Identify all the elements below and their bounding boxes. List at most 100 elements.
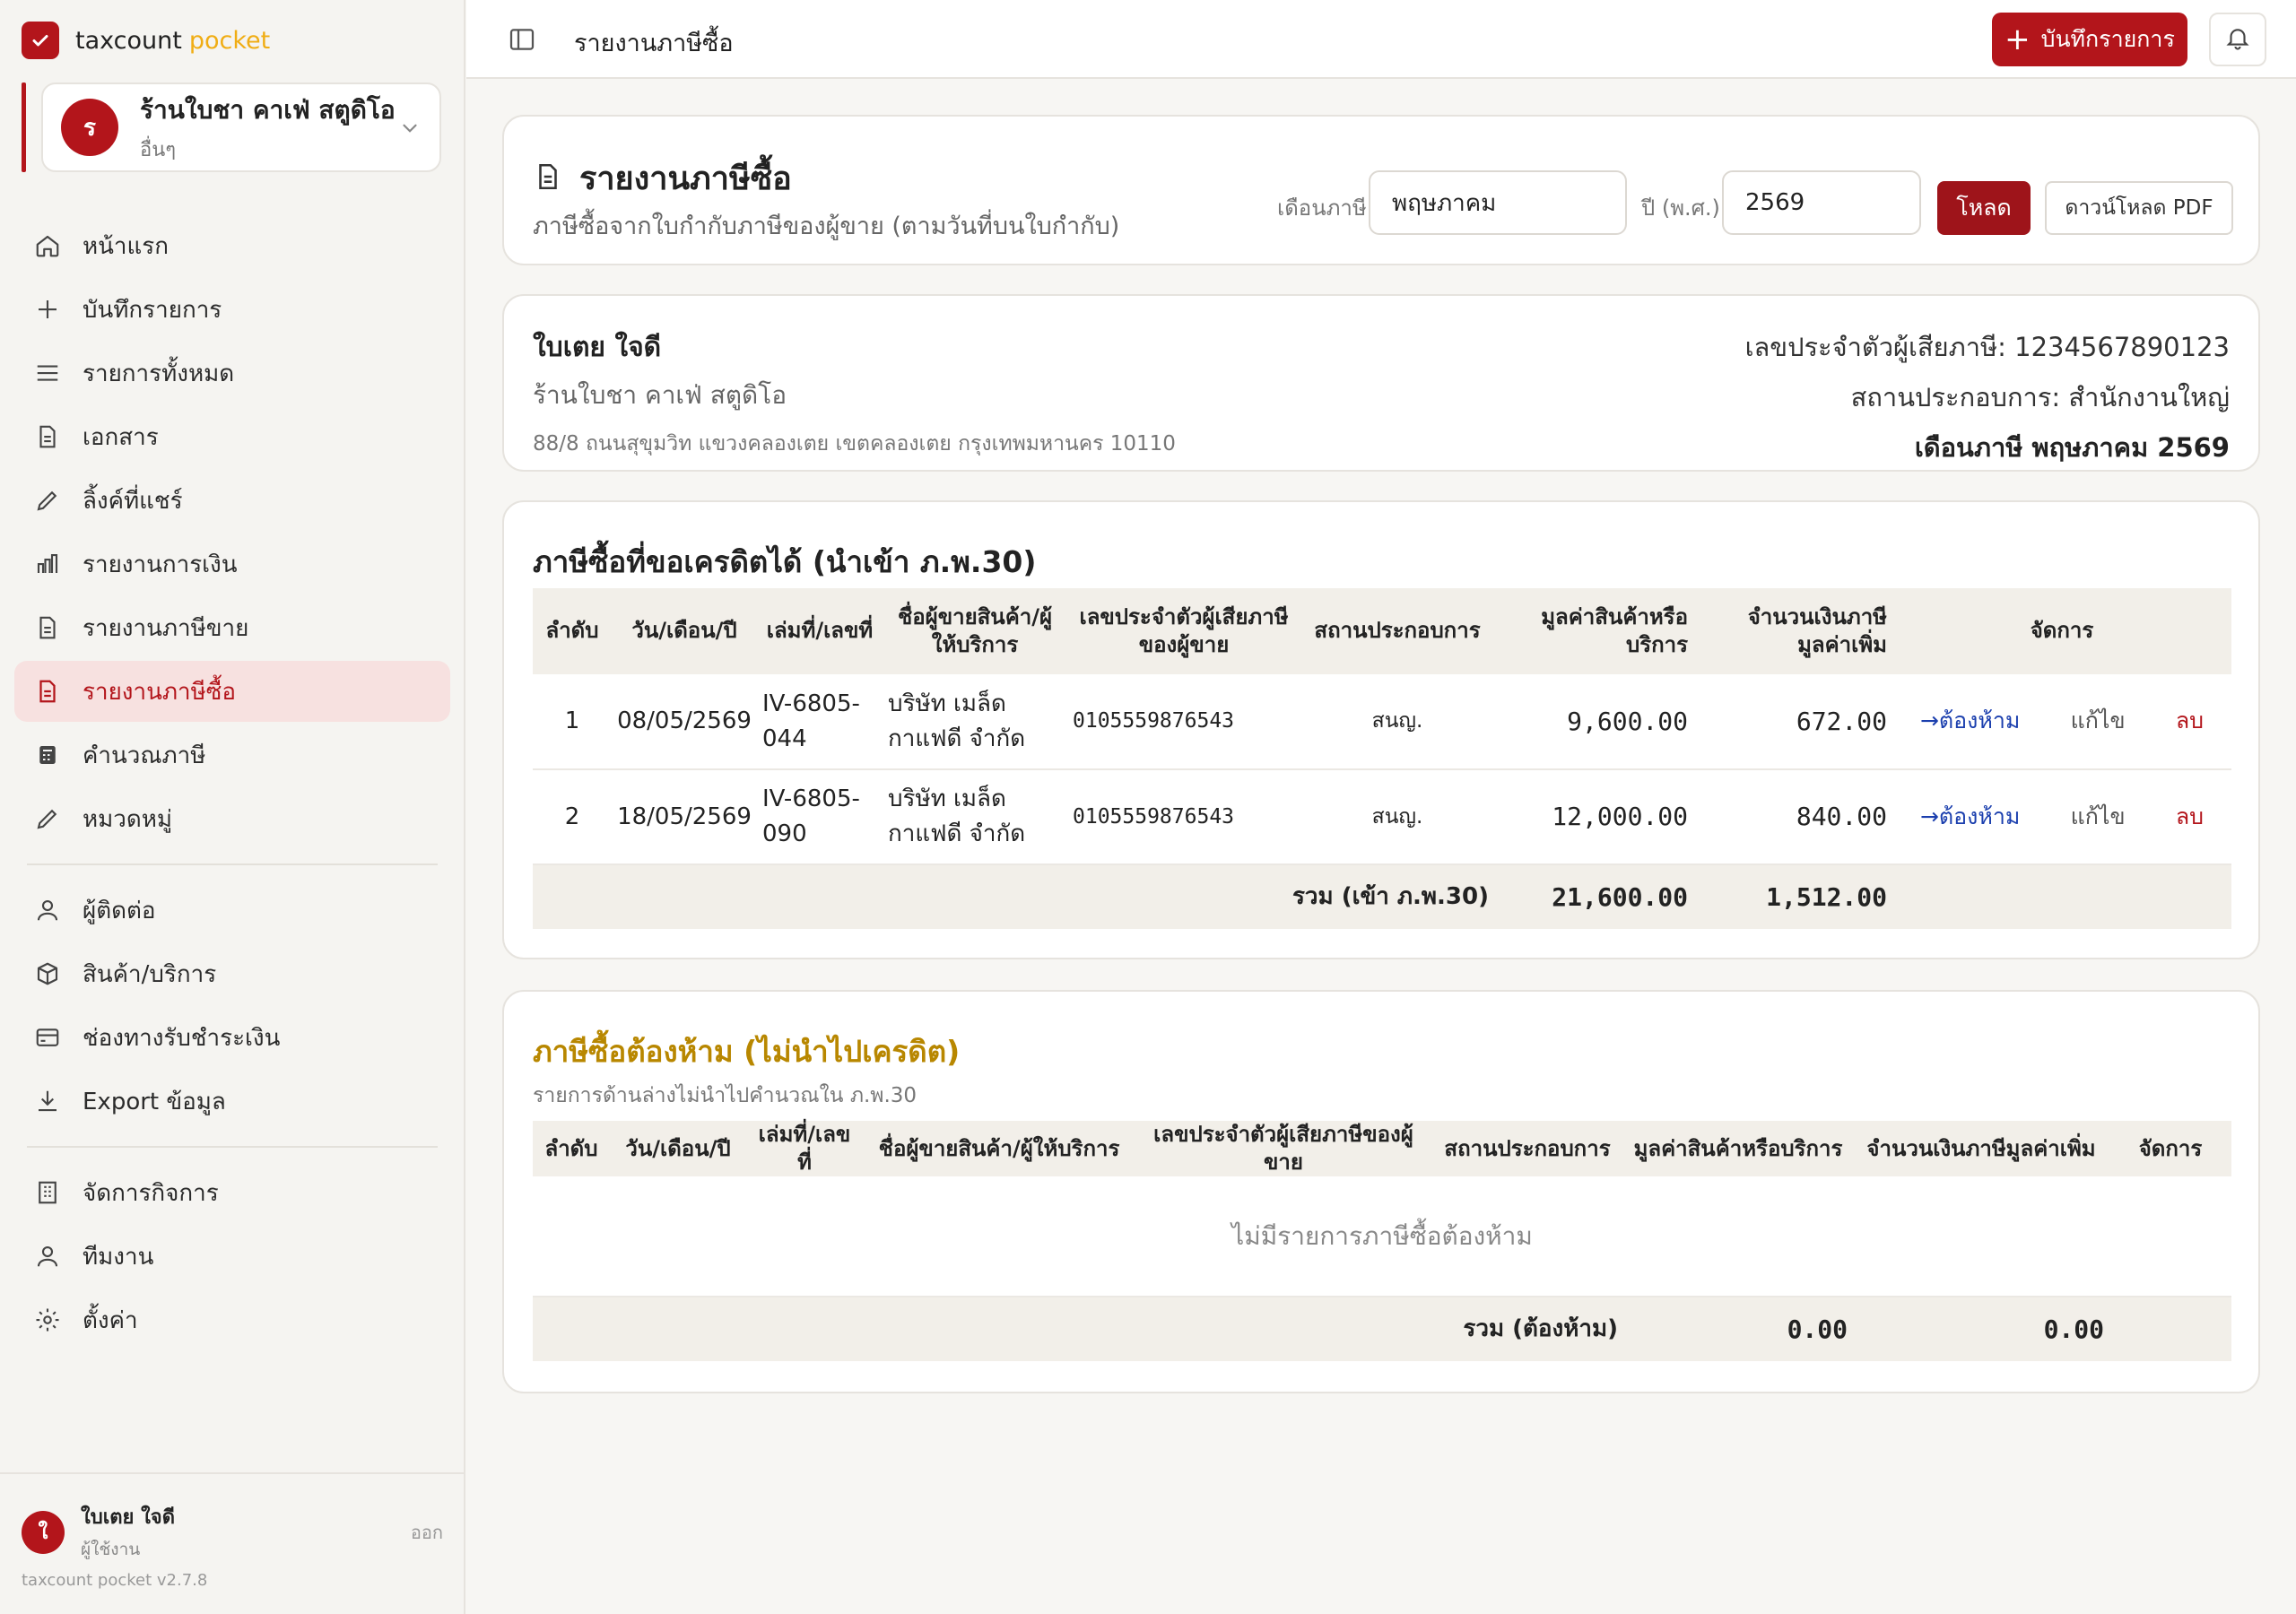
report-subtitle: ภาษีซื้อจากใบกำกับภาษีของผู้ขาย (ตามวันท…: [533, 213, 1120, 240]
sidebar-item-label: รายงานภาษีซื้อ: [83, 678, 237, 706]
row-vendor: บริษัท เมล็ดกาแฟดี จำกัด: [883, 769, 1067, 865]
notification-button[interactable]: [2209, 13, 2266, 66]
column-header: จำนวนเงินภาษีมูลค่าเพิ่ม: [1693, 588, 1892, 674]
row-actions: →ต้องห้าม แก้ไข ลบ: [1892, 674, 2231, 770]
sidebar-item-business-management[interactable]: จัดการกิจการ: [14, 1162, 450, 1223]
column-header: ชื่อผู้ขายสินค้า/ผู้ให้บริการ: [863, 1121, 1135, 1177]
sidebar-item-sales-tax-report[interactable]: รายงานภาษีขาย: [14, 597, 450, 658]
sidebar-item-tax-calculator[interactable]: คำนวณภาษี: [14, 725, 450, 785]
sidebar-item-label: ตั้งค่า: [83, 1306, 138, 1334]
business-switcher[interactable]: ร ร้านใบชา คาเฟ่ สตูดิโอ อื่นๆ: [41, 82, 441, 172]
sidebar-item-export[interactable]: Export ข้อมูล: [14, 1071, 450, 1132]
column-header: จำนวนเงินภาษีมูลค่าเพิ่ม: [1853, 1121, 2109, 1177]
user-icon: [32, 895, 63, 925]
box-icon: [32, 959, 63, 989]
report-header-card: รายงานภาษีซื้อ ภาษีซื้อจากใบกำกับภาษีของ…: [502, 115, 2260, 265]
sidebar-item-label: รายการทั้งหมด: [83, 360, 235, 387]
sidebar-item-categories[interactable]: หมวดหมู่: [14, 788, 450, 849]
total-amount: 21,600.00: [1494, 864, 1693, 929]
row-amount: 9,600.00: [1494, 674, 1693, 770]
document-icon: [32, 421, 63, 452]
sidebar-item-label: สินค้า/บริการ: [83, 960, 217, 988]
column-header: ชื่อผู้ขายสินค้า/ผู้ให้บริการ: [883, 588, 1067, 674]
edit-link[interactable]: แก้ไข: [2071, 707, 2126, 733]
month-select[interactable]: พฤษภาคม: [1369, 170, 1627, 235]
sidebar-item-label: หมวดหมู่: [83, 805, 173, 833]
sidebar-toggle-icon[interactable]: [508, 25, 536, 57]
home-icon: [32, 230, 63, 261]
sidebar-item-label: ทีมงาน: [83, 1243, 154, 1271]
sidebar-item-label: บันทึกรายการ: [83, 296, 222, 324]
document-icon: [32, 676, 63, 707]
document-icon: [32, 612, 63, 643]
sidebar-item-label: รายงานภาษีขาย: [83, 614, 249, 642]
row-vendor: บริษัท เมล็ดกาแฟดี จำกัด: [883, 674, 1067, 770]
column-header: เล่มที่/เลขที่: [746, 1121, 863, 1177]
year-input[interactable]: 2569: [1722, 170, 1921, 235]
sidebar-item-contacts[interactable]: ผู้ติดต่อ: [14, 880, 450, 941]
delete-link[interactable]: ลบ: [2176, 707, 2204, 733]
download-pdf-button[interactable]: ดาวน์โหลด PDF: [2045, 181, 2233, 235]
report-title: รายงานภาษีซื้อ: [579, 161, 792, 197]
row-vat: 672.00: [1693, 674, 1892, 770]
list-icon: [32, 358, 63, 388]
forbidden-section-title: ภาษีซื้อต้องห้าม (ไม่นำไปเครดิต): [533, 1034, 961, 1069]
total-row: รวม (ต้องห้าม) 0.00 0.00: [533, 1297, 2231, 1362]
record-transaction-button[interactable]: + บันทึกรายการ: [1992, 13, 2187, 66]
plus-icon: +: [2005, 22, 2031, 57]
sidebar-item-products[interactable]: สินค้า/บริการ: [14, 943, 450, 1004]
sidebar-item-home[interactable]: หน้าแรก: [14, 215, 450, 276]
row-tax-id: 0105559876543: [1067, 674, 1300, 770]
total-vat: 1,512.00: [1693, 864, 1892, 929]
row-branch: สนญ.: [1300, 674, 1494, 770]
empty-row: ไม่มีรายการภาษีซื้อต้องห้าม: [533, 1176, 2231, 1298]
move-to-forbidden-link[interactable]: →ต้องห้าม: [1920, 803, 2020, 829]
delete-link[interactable]: ลบ: [2176, 803, 2204, 829]
forbidden-purchase-tax-card: ภาษีซื้อต้องห้าม (ไม่นำไปเครดิต) รายการด…: [502, 990, 2260, 1393]
sidebar-item-documents[interactable]: เอกสาร: [14, 406, 450, 467]
sidebar-item-label: คำนวณภาษี: [83, 742, 206, 769]
brand[interactable]: taxcount pocket: [22, 22, 270, 59]
logout-button[interactable]: ออก: [411, 1518, 443, 1547]
shop-name: ร้านใบชา คาเฟ่ สตูดิโอ: [533, 380, 787, 410]
total-empty-cell: [2109, 1297, 2231, 1362]
edit-link[interactable]: แก้ไข: [2071, 803, 2126, 829]
sidebar-item-all-transactions[interactable]: รายการทั้งหมด: [14, 343, 450, 404]
sidebar-item-shared-links[interactable]: ลิ้งค์ที่แชร์: [14, 470, 450, 531]
sidebar-item-record[interactable]: บันทึกรายการ: [14, 279, 450, 340]
sidebar-item-label: ลิ้งค์ที่แชร์: [83, 487, 183, 515]
load-button[interactable]: โหลด: [1937, 181, 2031, 235]
brand-logo-icon: [22, 22, 59, 59]
page-title: รายงานภาษีซื้อ: [574, 30, 734, 57]
brand-name-main: taxcount: [75, 26, 182, 55]
sidebar: taxcount pocket ร ร้านใบชา คาเฟ่ สตูดิโอ …: [0, 0, 465, 1614]
pencil-icon: [32, 803, 63, 834]
taxpayer-info-card: ใบเตย ใจดี ร้านใบชา คาเฟ่ สตูดิโอ 88/8 ถ…: [502, 294, 2260, 472]
sidebar-item-payment-channels[interactable]: ช่องทางรับชำระเงิน: [14, 1007, 450, 1068]
column-header: ลำดับ: [533, 588, 612, 674]
sidebar-item-settings[interactable]: ตั้งค่า: [14, 1289, 450, 1350]
user-role: ผู้ใช้งาน: [81, 1540, 141, 1559]
year-label: ปี (พ.ศ.): [1641, 195, 1720, 221]
credit-card-icon: [32, 1022, 63, 1053]
column-header: สถานประกอบการ: [1431, 1121, 1623, 1177]
column-header: เลขประจำตัวผู้เสียภาษีของผู้ขาย: [1135, 1121, 1431, 1177]
tax-id: เลขประจำตัวผู้เสียภาษี: 1234567890123: [1744, 332, 2230, 362]
move-to-forbidden-link[interactable]: →ต้องห้าม: [1920, 707, 2020, 733]
business-name: ร้านใบชา คาเฟ่ สตูดิโอ: [140, 94, 396, 125]
sidebar-item-purchase-tax-report[interactable]: รายงานภาษีซื้อ: [14, 661, 450, 722]
column-header: จัดการ: [2109, 1121, 2231, 1177]
column-header: วัน/เดือน/ปี: [612, 588, 757, 674]
forbidden-section-note: รายการด้านล่างไม่นำไปคำนวณใน ภ.พ.30: [533, 1084, 918, 1107]
app-version: taxcount pocket v2.7.8: [22, 1571, 208, 1590]
user-icon: [32, 1241, 63, 1271]
sidebar-item-label: เอกสาร: [83, 423, 159, 451]
bell-icon: [2224, 24, 2251, 55]
business-type: อื่นๆ: [140, 138, 177, 161]
sidebar-item-financial-report[interactable]: รายงานการเงิน: [14, 534, 450, 594]
sidebar-item-team[interactable]: ทีมงาน: [14, 1226, 450, 1287]
total-label: รวม (ต้องห้าม): [533, 1297, 1623, 1362]
row-doc-no: IV-6805-044: [757, 674, 883, 770]
column-header: ลำดับ: [533, 1121, 610, 1177]
address: 88/8 ถนนสุขุมวิท แขวงคลองเตย เขตคลองเตย …: [533, 432, 1176, 456]
